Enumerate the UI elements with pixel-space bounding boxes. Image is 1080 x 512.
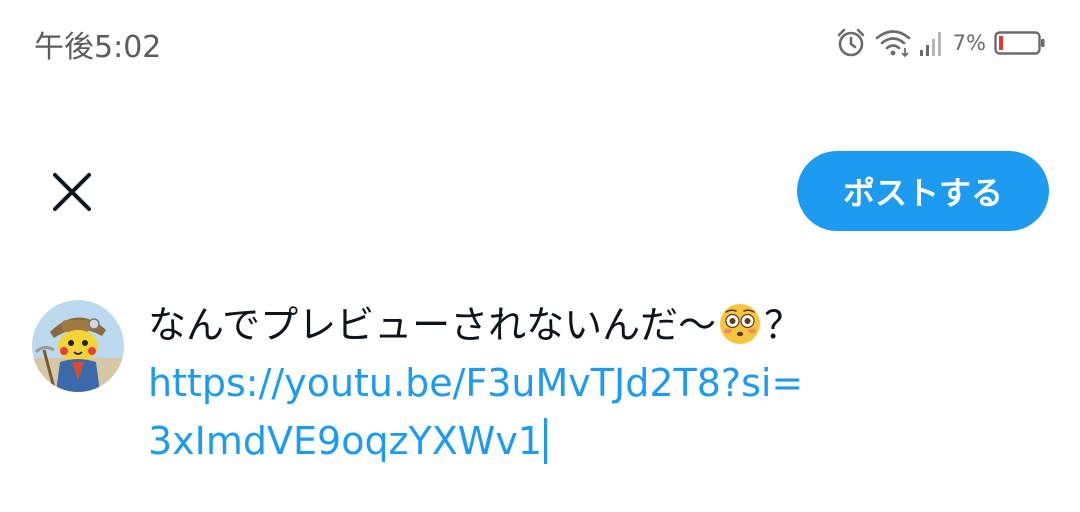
signal-icon — [919, 32, 941, 56]
post-button[interactable]: ポストする — [797, 151, 1049, 231]
tweet-compose-field[interactable]: なんでプレビューされないんだ〜 ？ https://youtu.be/F3uMv… — [148, 296, 1048, 470]
close-icon — [53, 173, 91, 211]
status-time: 午後5:02 — [34, 30, 162, 65]
alarm-icon — [837, 28, 864, 57]
text-cursor — [544, 418, 547, 464]
close-button[interactable] — [46, 166, 98, 218]
wifi-icon — [875, 30, 910, 58]
flushed-face-emoji — [720, 304, 761, 344]
compose-text: なんでプレビューされないんだ〜 — [148, 303, 717, 347]
link-text-line-2[interactable]: 3xImdVE9oqzYXWv1 — [148, 419, 542, 463]
link-text-line-1[interactable]: https://youtu.be/F3uMvTJd2T8?si= — [148, 354, 1048, 412]
avatar[interactable] — [32, 300, 124, 392]
compose-text-end: ？ — [764, 303, 803, 347]
battery-percent: 7% — [952, 31, 986, 55]
compose-line-3: 3xImdVE9oqzYXWv1 — [148, 412, 1048, 470]
battery-icon — [994, 31, 1045, 55]
compose-line-1: なんでプレビューされないんだ〜 ？ — [148, 296, 1048, 354]
avatar-image — [32, 300, 124, 392]
status-bar: 午後5:02 7% — [0, 0, 1080, 86]
status-icons: 7% — [835, 26, 1046, 60]
